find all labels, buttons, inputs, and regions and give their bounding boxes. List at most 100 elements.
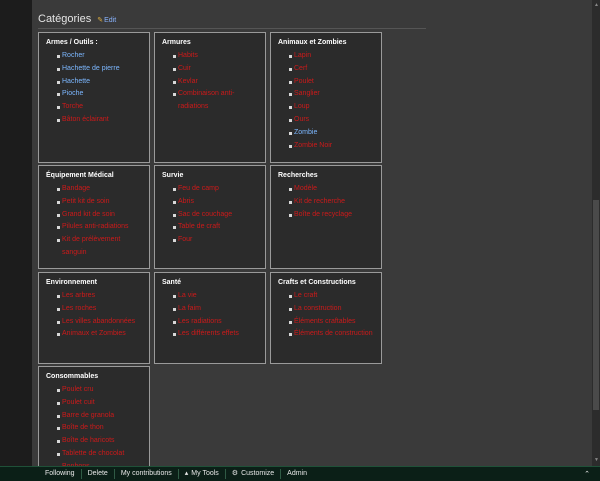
categories-title: Catégories bbox=[38, 13, 92, 25]
category-box-armes-outils: Armes / Outils : Rocher Hachette de pierre… bbox=[38, 32, 150, 163]
category-link[interactable]: Boîte de haricots bbox=[46, 435, 142, 448]
category-link[interactable]: Boîte de recyclage bbox=[278, 209, 374, 222]
category-link[interactable]: Poulet bbox=[278, 76, 374, 89]
category-link[interactable]: La vie bbox=[162, 290, 258, 303]
bottom-toolbar: Following Delete My contributions ▴ My T… bbox=[0, 466, 600, 481]
category-box-title: Consommables bbox=[46, 373, 99, 380]
category-box-survie: Survie Feu de camp Abris Sac de couchage Tab… bbox=[154, 165, 266, 269]
category-link[interactable]: Bandage bbox=[46, 183, 142, 196]
category-link-list: Lapin Cerf Poulet Sanglier Loup Ours Zombie Zom… bbox=[278, 50, 374, 152]
customize-label: Customize bbox=[241, 470, 275, 477]
category-link-list: Rocher Hachette de pierre Hachette Pioche To… bbox=[46, 50, 142, 127]
category-link-list: Les arbres Les roches Les villes abandonné… bbox=[46, 290, 142, 341]
category-link[interactable]: Zombie Noir bbox=[278, 140, 374, 153]
category-link[interactable]: Petit kit de soin bbox=[46, 196, 142, 209]
category-link[interactable]: Poulet cuit bbox=[46, 397, 142, 410]
my-tools-button[interactable]: ▴ My Tools bbox=[179, 469, 226, 479]
category-link[interactable]: Rocher bbox=[46, 50, 142, 63]
category-box-title: Équipement Médical bbox=[46, 172, 114, 179]
category-link[interactable]: Pioche bbox=[46, 88, 142, 101]
category-link[interactable]: La faim bbox=[162, 303, 258, 316]
category-box-title: Santé bbox=[162, 279, 182, 286]
delete-label: Delete bbox=[87, 470, 108, 477]
category-box-title: Environnement bbox=[46, 279, 97, 286]
category-box-title: Recherches bbox=[278, 172, 318, 179]
category-box-consommables: Consommables Poulet cru Poulet cuit Barre d… bbox=[38, 366, 150, 466]
categories-heading: Catégories ✎ Edit bbox=[38, 13, 426, 29]
pencil-icon: ✎ bbox=[97, 17, 104, 24]
category-link[interactable]: Tablette de chocolat bbox=[46, 448, 142, 461]
category-box-sante: Santé La vie La faim Les radiations Les diff… bbox=[154, 272, 266, 364]
category-link[interactable]: Kit de recherche bbox=[278, 196, 374, 209]
category-box-title: Armes / Outils : bbox=[46, 39, 98, 46]
category-link[interactable]: Combinaison anti-radiations bbox=[162, 88, 258, 114]
category-link[interactable]: Hachette de pierre bbox=[46, 63, 142, 76]
caret-up-icon: ▴ bbox=[184, 470, 189, 477]
category-link[interactable]: Zombie bbox=[278, 127, 374, 140]
category-link[interactable]: Poulet cru bbox=[46, 384, 142, 397]
category-link[interactable]: Les arbres bbox=[46, 290, 142, 303]
category-link[interactable]: Boîte de thon bbox=[46, 422, 142, 435]
category-link-list: Bandage Petit kit de soin Grand kit de soi… bbox=[46, 183, 142, 260]
category-link[interactable]: Animaux et Zombies bbox=[46, 328, 142, 341]
category-link[interactable]: Les villes abandonnées bbox=[46, 316, 142, 329]
following-button[interactable]: Following bbox=[0, 469, 82, 479]
edit-link[interactable]: ✎ Edit bbox=[97, 16, 117, 25]
category-link[interactable]: Torche bbox=[46, 101, 142, 114]
category-box-title: Armures bbox=[162, 39, 191, 46]
category-link[interactable]: Barre de granola bbox=[46, 410, 142, 423]
category-link[interactable]: Grand kit de soin bbox=[46, 209, 142, 222]
category-link[interactable]: Les radiations bbox=[162, 316, 258, 329]
category-link[interactable]: Modèle bbox=[278, 183, 374, 196]
admin-label: Admin bbox=[287, 470, 307, 477]
category-link[interactable]: Abris bbox=[162, 196, 258, 209]
category-link[interactable]: Les roches bbox=[46, 303, 142, 316]
category-link[interactable]: Éléments de construction bbox=[278, 328, 374, 341]
category-box-recherches: Recherches Modèle Kit de recherche Boîte de… bbox=[270, 165, 382, 269]
category-link[interactable]: Ours bbox=[278, 114, 374, 127]
category-link[interactable]: Cerf bbox=[278, 63, 374, 76]
my-contributions-button[interactable]: My contributions bbox=[115, 469, 179, 479]
category-link-list: Habits Cuir Kevlar Combinaison anti-radiati… bbox=[162, 50, 258, 114]
category-link[interactable]: Sac de couchage bbox=[162, 209, 258, 222]
following-label: Following bbox=[45, 470, 75, 477]
admin-button[interactable]: Admin bbox=[281, 469, 313, 479]
category-box-title: Crafts et Constructions bbox=[278, 279, 356, 286]
category-box-armures: Armures Habits Cuir Kevlar Combinaison anti-… bbox=[154, 32, 266, 163]
category-box-title: Animaux et Zombies bbox=[278, 39, 347, 46]
vertical-scrollbar[interactable]: ▲ ▼ bbox=[592, 0, 600, 466]
chevron-up-icon[interactable]: ⌃ bbox=[584, 470, 600, 478]
category-link[interactable]: Hachette bbox=[46, 76, 142, 89]
category-link[interactable]: Bâton éclairant bbox=[46, 114, 142, 127]
category-link[interactable]: Table de craft bbox=[162, 221, 258, 234]
delete-button[interactable]: Delete bbox=[82, 469, 115, 479]
category-box-animaux-zombies: Animaux et Zombies Lapin Cerf Poulet Sanglie… bbox=[270, 32, 382, 163]
page-content: Catégories ✎ Edit Armes / Outils : Rocher… bbox=[32, 0, 592, 466]
category-link[interactable]: Habits bbox=[162, 50, 258, 63]
gear-icon: ⚙ bbox=[231, 470, 239, 477]
scrollbar-thumb[interactable] bbox=[593, 200, 599, 410]
category-link[interactable]: Le craft bbox=[278, 290, 374, 303]
category-link[interactable]: Pilules anti-radiations bbox=[46, 221, 142, 234]
category-link[interactable]: Four bbox=[162, 234, 258, 247]
my-tools-label: My Tools bbox=[191, 470, 219, 477]
category-box-title: Survie bbox=[162, 172, 184, 179]
category-box-crafts-constructions: Crafts et Constructions Le craft La constr… bbox=[270, 272, 382, 364]
category-link[interactable]: Les différents effets bbox=[162, 328, 258, 341]
customize-button[interactable]: ⚙ Customize bbox=[226, 469, 282, 479]
category-link[interactable]: Sanglier bbox=[278, 88, 374, 101]
category-link[interactable]: Éléments craftables bbox=[278, 316, 374, 329]
scroll-down-icon[interactable]: ▼ bbox=[594, 457, 599, 463]
category-link[interactable]: Kevlar bbox=[162, 76, 258, 89]
category-link-list: Le craft La construction Éléments craftabl… bbox=[278, 290, 374, 341]
category-link[interactable]: La construction bbox=[278, 303, 374, 316]
category-link-list: Modèle Kit de recherche Boîte de recyclage bbox=[278, 183, 374, 221]
edit-label: Edit bbox=[104, 16, 117, 24]
category-link[interactable]: Lapin bbox=[278, 50, 374, 63]
scroll-up-icon[interactable]: ▲ bbox=[594, 2, 599, 8]
category-link[interactable]: Loup bbox=[278, 101, 374, 114]
category-link[interactable]: Cuir bbox=[162, 63, 258, 76]
category-link-list: La vie La faim Les radiations Les différent… bbox=[162, 290, 258, 341]
category-link[interactable]: Kit de prélèvement sanguin bbox=[46, 234, 142, 260]
category-link[interactable]: Feu de camp bbox=[162, 183, 258, 196]
